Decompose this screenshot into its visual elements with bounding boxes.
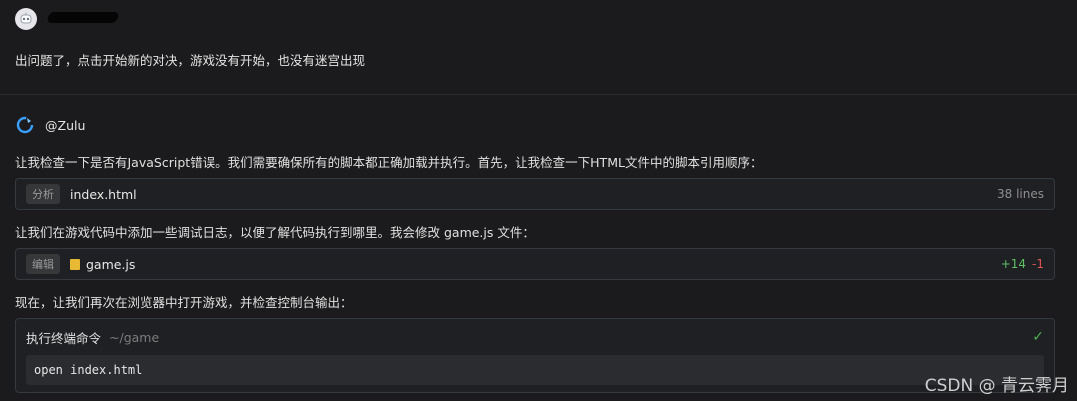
redacted-username <box>46 12 120 23</box>
user-message-text: 出问题了，点击开始新的对决，游戏没有开始，也没有迷宫出现 <box>15 53 366 68</box>
tool-card-edit[interactable]: 编辑 game.js +14 -1 <box>15 248 1055 280</box>
robot-avatar-icon <box>20 12 32 24</box>
terminal-card[interactable]: 执行终端命令 ~/game ✓ open index.html <box>15 318 1055 393</box>
tool-tag: 编辑 <box>26 254 60 274</box>
watermark: CSDN @ 青云霁月 <box>924 376 1069 396</box>
user-avatar <box>15 8 37 30</box>
assistant-paragraph-3: 现在，让我们再次在浏览器中打开游戏，并检查控制台输出： <box>15 295 353 310</box>
tool-tag: 分析 <box>26 184 60 204</box>
terminal-path: ~/game <box>109 329 160 345</box>
tool-card-analyze[interactable]: 分析 index.html 38 lines <box>15 178 1055 210</box>
checkmark-icon: ✓ <box>1032 329 1044 345</box>
file-name[interactable]: game.js <box>86 257 135 272</box>
js-file-icon <box>70 258 80 270</box>
assistant-header: @Zulu <box>15 115 85 135</box>
lines-removed: -1 <box>1032 257 1044 271</box>
line-count: 38 lines <box>997 187 1044 201</box>
assistant-paragraph-2: 让我们在游戏代码中添加一些调试日志，以便了解代码执行到哪里。我会修改 game.… <box>15 225 535 240</box>
terminal-title: 执行终端命令 <box>26 330 102 346</box>
file-name[interactable]: index.html <box>70 187 137 202</box>
terminal-command: open index.html <box>26 355 1044 385</box>
assistant-paragraph-1: 让我检查一下是否有JavaScript错误。我们需要确保所有的脚本都正确加载并执… <box>15 155 763 170</box>
lines-added: +14 <box>1000 257 1027 271</box>
user-message: 出问题了，点击开始新的对决，游戏没有开始，也没有迷宫出现 <box>0 0 1077 95</box>
zulu-logo-icon <box>16 116 34 134</box>
assistant-name: @Zulu <box>45 117 86 133</box>
